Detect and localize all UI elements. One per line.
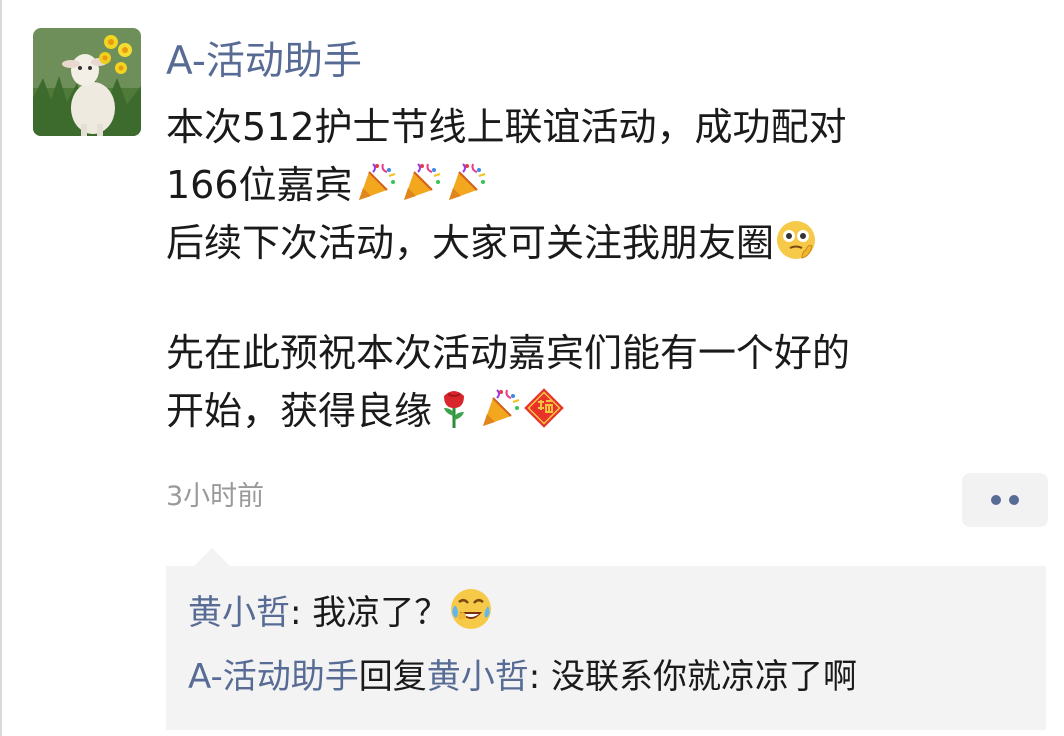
crying-laughing-face-icon: [448, 586, 494, 632]
avatar[interactable]: [33, 28, 141, 136]
post-line-4: 先在此预祝本次活动嘉宾们能有一个好的: [166, 331, 851, 375]
post-line-3: 后续下次活动，大家可关注我朋友圈: [166, 214, 1046, 272]
thinking-face-icon: [774, 218, 818, 262]
comment-text: 没联系你就凉凉了啊: [551, 657, 858, 697]
comments-section: 黄小哲: 我凉了？ A-活动助手回复黄小哲: 没联系你就凉凉了啊: [166, 566, 1046, 730]
fortune-fu-icon: [522, 386, 566, 430]
party-popper-icon: [477, 386, 521, 430]
party-popper-icon: [398, 160, 442, 204]
post-timestamp: 3小时前: [166, 481, 265, 512]
comment-text: 我凉了？: [312, 593, 449, 633]
comments-arrow: [194, 548, 230, 566]
party-popper-icon: [443, 160, 487, 204]
post-line-2: 166位嘉宾: [166, 156, 1046, 214]
more-actions-button[interactable]: [962, 473, 1048, 527]
comment-row[interactable]: 黄小哲: 我凉了？: [188, 586, 495, 638]
post-author-name[interactable]: A-活动助手: [166, 36, 362, 88]
post-line-5: 开始，获得良缘: [166, 382, 1046, 440]
comment-author[interactable]: 黄小哲: [188, 593, 290, 633]
lamb-avatar-image: [33, 28, 141, 136]
reply-to-name[interactable]: 黄小哲: [427, 657, 529, 697]
post-text: 本次512护士节线上联谊活动，成功配对 166位嘉宾 后续下次活动，大家可关注我…: [166, 98, 1046, 440]
rose-icon: [432, 386, 476, 430]
comment-author[interactable]: A-活动助手: [188, 657, 359, 697]
reply-label: 回复: [358, 657, 427, 697]
dot-icon: [1009, 495, 1019, 505]
party-popper-icon: [353, 160, 397, 204]
comment-separator: :: [528, 657, 552, 697]
dot-icon: [991, 495, 1001, 505]
comment-separator: :: [290, 593, 313, 633]
comment-row[interactable]: A-活动助手回复黄小哲: 没联系你就凉凉了啊: [188, 652, 857, 702]
post-line-1: 本次512护士节线上联谊活动，成功配对: [166, 105, 847, 149]
left-border: [0, 0, 2, 736]
